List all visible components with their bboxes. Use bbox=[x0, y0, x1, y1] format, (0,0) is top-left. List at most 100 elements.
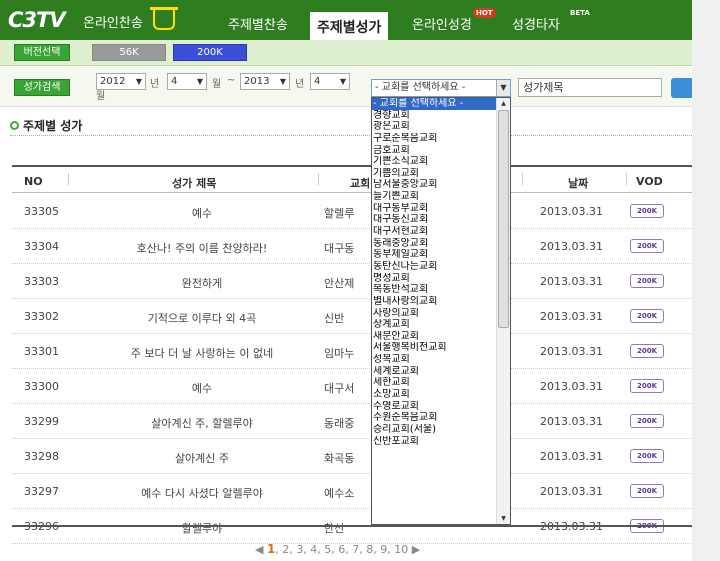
page-links[interactable]: , 2, 3, 4, 5, 6, 7, 8, 9, 10 bbox=[275, 543, 408, 556]
church-option[interactable]: - 교회를 선택하세요 - bbox=[372, 98, 497, 110]
table-row[interactable]: 33298 살아계신 주 화곡동 2013.03.31 200K bbox=[12, 439, 692, 474]
pagination: ◀ 1, 2, 3, 4, 5, 6, 7, 8, 9, 10 ▶ bbox=[255, 542, 420, 556]
row-title-link[interactable]: 기적으로 이루다 외 4곡 bbox=[72, 310, 332, 326]
row-date: 2013.03.31 bbox=[540, 380, 603, 393]
church-option[interactable]: 새문안교회 bbox=[372, 331, 497, 343]
vod-200k-button[interactable]: 200K bbox=[630, 414, 664, 428]
church-option[interactable]: 구로순복음교회 bbox=[372, 133, 497, 145]
church-select[interactable]: - 교회를 선택하세요 - ▼ bbox=[371, 79, 511, 97]
church-option[interactable]: 남서울중앙교회 bbox=[372, 179, 497, 191]
next-page-icon[interactable]: ▶ bbox=[412, 543, 420, 556]
year-unit-label: 년 bbox=[150, 79, 160, 90]
row-no: 33301 bbox=[24, 345, 59, 358]
church-option[interactable]: 광은교회 bbox=[372, 121, 497, 133]
church-option[interactable]: 신반포교회 bbox=[372, 436, 497, 448]
church-option[interactable]: 서울행복비전교회 bbox=[372, 342, 497, 354]
header-date: 날짜 bbox=[568, 177, 589, 190]
nav-item-theme-choir[interactable]: 주제별성가 bbox=[310, 12, 389, 43]
table-row[interactable]: 33305 예수 할렐루 2013.03.31 200K bbox=[12, 194, 692, 229]
church-option[interactable]: 동탄신나는교회 bbox=[372, 261, 497, 273]
church-option[interactable]: 기쁜소식교회 bbox=[372, 156, 497, 168]
nav-item-bible-typing[interactable]: 성경타자 bbox=[512, 14, 560, 33]
to-year-select[interactable]: 2013 ▼ bbox=[240, 73, 290, 90]
church-option[interactable]: 승리교회(서울) bbox=[372, 424, 497, 436]
row-title-link[interactable]: 호산나! 주의 이름 찬양하라! bbox=[72, 240, 332, 256]
church-option[interactable]: 명성교회 bbox=[372, 273, 497, 285]
row-title-link[interactable]: 살아계신 주, 할렐루야 bbox=[72, 415, 332, 431]
row-title-link[interactable]: 예수 bbox=[72, 205, 332, 221]
church-option[interactable]: 대구서현교회 bbox=[372, 226, 497, 238]
logo[interactable]: C3TV bbox=[8, 8, 66, 32]
header-vod: VOD bbox=[636, 175, 663, 188]
right-scroll-area bbox=[692, 0, 720, 561]
cup-icon bbox=[150, 7, 178, 30]
church-option[interactable]: 사랑의교회 bbox=[372, 308, 497, 320]
church-option[interactable]: 목동반석교회 bbox=[372, 284, 497, 296]
church-option[interactable]: 금호교회 bbox=[372, 145, 497, 157]
row-no: 33303 bbox=[24, 275, 59, 288]
table-row[interactable]: 33302 기적으로 이루다 외 4곡 신반 2013.03.31 200K bbox=[12, 299, 692, 334]
church-option[interactable]: 세계로교회 bbox=[372, 366, 497, 378]
nav-item-online-bible[interactable]: 온라인성경 bbox=[412, 14, 472, 33]
choir-title-input[interactable]: 성가제목 bbox=[518, 78, 662, 97]
table-row[interactable]: 33297 예수 다시 사셨다 알렐루야 예수소 2013.03.31 200K bbox=[12, 474, 692, 509]
prev-page-icon[interactable]: ◀ bbox=[255, 543, 263, 556]
church-option[interactable]: 늘기쁜교회 bbox=[372, 191, 497, 203]
vod-200k-button[interactable]: 200K bbox=[630, 344, 664, 358]
church-option[interactable]: 동부제일교회 bbox=[372, 249, 497, 261]
200k-button[interactable]: 200K bbox=[173, 44, 247, 61]
row-title-link[interactable]: 주 보다 더 날 사랑하는 이 없네 bbox=[72, 345, 332, 361]
vod-200k-button[interactable]: 200K bbox=[630, 239, 664, 253]
table-row[interactable]: 33300 예수 대구서 2013.03.31 200K bbox=[12, 369, 692, 404]
logo-subtitle[interactable]: 온라인찬송 bbox=[83, 12, 143, 31]
header-divider bbox=[522, 173, 523, 185]
vod-200k-button[interactable]: 200K bbox=[630, 204, 664, 218]
nav-item-theme-hymn[interactable]: 주제별찬송 bbox=[228, 14, 288, 33]
row-date: 2013.03.31 bbox=[540, 240, 603, 253]
header-church: 교회 bbox=[350, 177, 371, 190]
search-button[interactable] bbox=[671, 78, 692, 98]
from-month-select[interactable]: 4 ▼ bbox=[167, 73, 207, 90]
56k-button[interactable]: 56K bbox=[92, 44, 166, 61]
scrollbar-thumb[interactable] bbox=[498, 110, 509, 328]
church-option[interactable]: 기쁨의교회 bbox=[372, 168, 497, 180]
scroll-up-icon[interactable]: ▲ bbox=[497, 98, 510, 109]
row-title-link[interactable]: 완전하게 bbox=[72, 275, 332, 291]
to-month-select[interactable]: 4 ▼ bbox=[310, 73, 350, 90]
church-option[interactable]: 수원순복음교회 bbox=[372, 412, 497, 424]
search-choir-button[interactable]: 성가검색 bbox=[14, 79, 70, 96]
church-option[interactable]: 상계교회 bbox=[372, 319, 497, 331]
table-row[interactable]: 33299 살아계신 주, 할렐루야 동래중 2013.03.31 200K bbox=[12, 404, 692, 439]
church-option[interactable]: 수영로교회 bbox=[372, 401, 497, 413]
church-option[interactable]: 대구동부교회 bbox=[372, 203, 497, 215]
row-title-link[interactable]: 예수 bbox=[72, 380, 332, 396]
header-no: NO bbox=[24, 175, 43, 188]
church-option[interactable]: 성복교회 bbox=[372, 354, 497, 366]
vod-200k-button[interactable]: 200K bbox=[630, 379, 664, 393]
church-option[interactable]: 소망교회 bbox=[372, 389, 497, 401]
version-select-button[interactable]: 버전선택 bbox=[14, 44, 70, 61]
church-option[interactable]: 세한교회 bbox=[372, 377, 497, 389]
vod-200k-button[interactable]: 200K bbox=[630, 309, 664, 323]
vod-200k-button[interactable]: 200K bbox=[630, 449, 664, 463]
church-option[interactable]: 동래중앙교회 bbox=[372, 238, 497, 250]
church-option[interactable]: 경향교회 bbox=[372, 110, 497, 122]
church-select-value: - 교회를 선택하세요 - bbox=[375, 82, 466, 93]
church-option[interactable]: 별내사랑의교회 bbox=[372, 296, 497, 308]
section-title: 주제별 성가 bbox=[10, 117, 82, 134]
row-no: 33304 bbox=[24, 240, 59, 253]
table-bottom-border bbox=[12, 525, 692, 527]
church-dropdown-list[interactable]: - 교회를 선택하세요 - 경향교회 광은교회 구로순복음교회 금호교회 기쁜소식교회 기쁨… bbox=[371, 97, 511, 525]
table-row[interactable]: 33304 호산나! 주의 이름 찬양하라! 대구동 2013.03.31 200K bbox=[12, 229, 692, 264]
dropdown-scrollbar[interactable]: ▲ ▼ bbox=[496, 98, 510, 524]
chevron-down-icon[interactable]: ▼ bbox=[496, 80, 510, 96]
row-title-link[interactable]: 예수 다시 사셨다 알렐루야 bbox=[72, 485, 332, 501]
vod-200k-button[interactable]: 200K bbox=[630, 274, 664, 288]
table-row[interactable]: 33301 주 보다 더 날 사랑하는 이 없네 임마누 2013.03.31 200K bbox=[12, 334, 692, 369]
row-title-link[interactable]: 살아계신 주 bbox=[72, 450, 332, 466]
church-option[interactable]: 대구동신교회 bbox=[372, 214, 497, 226]
row-title-link[interactable]: 할렐루야 bbox=[72, 520, 332, 536]
scroll-down-icon[interactable]: ▼ bbox=[497, 513, 510, 524]
table-row[interactable]: 33303 완전하게 안산제 2013.03.31 200K bbox=[12, 264, 692, 299]
vod-200k-button[interactable]: 200K bbox=[630, 484, 664, 498]
